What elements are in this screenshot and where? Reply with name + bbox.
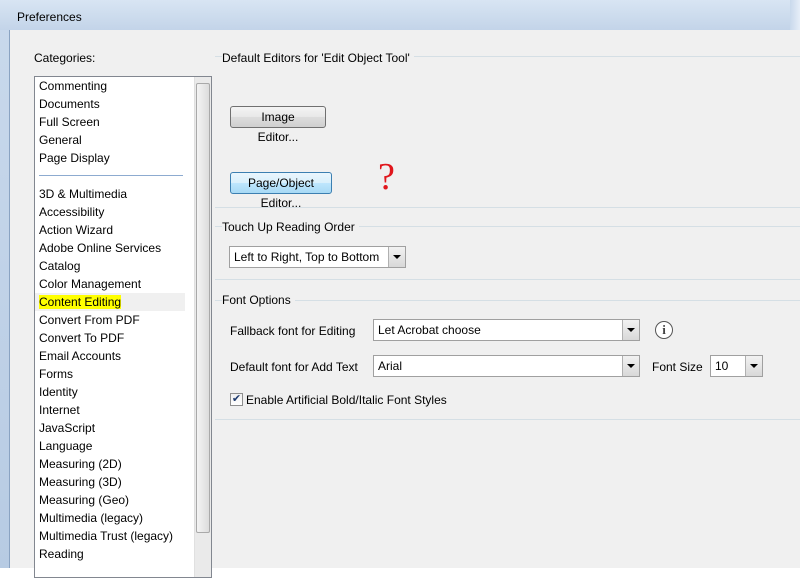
- image-editor-button[interactable]: Image Editor...: [230, 106, 326, 144]
- category-item-label: Internet: [39, 403, 80, 417]
- category-item-label: Accessibility: [39, 205, 105, 219]
- bold-italic-checkbox[interactable]: ✔: [230, 393, 243, 406]
- category-item-label: Measuring (Geo): [39, 493, 130, 507]
- categories-items: Commenting Documents Full Screen General Pag…: [35, 77, 185, 563]
- category-item-label: Convert To PDF: [39, 331, 125, 345]
- categories-scrollbar[interactable]: [194, 77, 211, 577]
- category-item-label: Email Accounts: [39, 349, 122, 363]
- category-item[interactable]: Content Editing: [35, 293, 185, 311]
- categories-label: Categories:: [34, 51, 96, 65]
- fallback-font-value: Let Acrobat choose: [378, 323, 481, 337]
- category-item[interactable]: Identity: [35, 383, 185, 401]
- category-item-label: General: [39, 133, 82, 147]
- question-mark-annotation: ?: [378, 156, 395, 198]
- chevron-down-icon[interactable]: [388, 247, 405, 267]
- category-item[interactable]: Documents: [35, 95, 185, 113]
- category-item-label: Color Management: [39, 277, 142, 291]
- category-item[interactable]: JavaScript: [35, 419, 185, 437]
- category-item-label: Page Display: [39, 151, 110, 165]
- category-item[interactable]: Convert To PDF: [35, 329, 185, 347]
- category-item[interactable]: Measuring (Geo): [35, 491, 185, 509]
- category-item[interactable]: Measuring (2D): [35, 455, 185, 473]
- category-item[interactable]: 3D & Multimedia: [35, 185, 185, 203]
- category-item-label: Adobe Online Services: [39, 241, 162, 255]
- default-font-select[interactable]: Arial: [373, 355, 640, 377]
- category-item[interactable]: Adobe Online Services: [35, 239, 185, 257]
- preferences-window: Preferences Categories: Commenting Docume…: [0, 0, 800, 578]
- categories-scroll-thumb[interactable]: [196, 83, 210, 533]
- category-item[interactable]: Reading: [35, 545, 185, 563]
- font-size-select[interactable]: 10: [710, 355, 763, 377]
- page-object-editor-button[interactable]: Page/Object Editor...: [230, 172, 332, 210]
- category-item-label: JavaScript: [39, 421, 96, 435]
- window-title: Preferences: [17, 10, 82, 24]
- font-size-value: 10: [715, 359, 729, 373]
- category-item[interactable]: Internet: [35, 401, 185, 419]
- reading-order-value: Left to Right, Top to Bottom: [234, 250, 380, 264]
- category-item[interactable]: Multimedia Trust (legacy): [35, 527, 185, 545]
- category-item[interactable]: Convert From PDF: [35, 311, 185, 329]
- category-item[interactable]: Commenting: [35, 77, 185, 95]
- font-options-title: Font Options: [222, 293, 295, 307]
- category-item[interactable]: Language: [35, 437, 185, 455]
- category-item[interactable]: Action Wizard: [35, 221, 185, 239]
- font-size-label: Font Size: [652, 360, 703, 374]
- category-item[interactable]: Full Screen: [35, 113, 185, 131]
- category-item-label: Documents: [39, 97, 100, 111]
- category-item-label: Full Screen: [39, 115, 100, 129]
- category-item-label: Reading: [39, 547, 84, 561]
- categories-list[interactable]: Commenting Documents Full Screen General Pag…: [34, 76, 212, 578]
- fallback-font-label: Fallback font for Editing: [230, 324, 356, 338]
- category-item-label: Multimedia (legacy): [39, 511, 144, 525]
- info-icon[interactable]: i: [655, 321, 673, 339]
- default-font-value: Arial: [378, 359, 403, 373]
- chevron-down-icon[interactable]: [622, 320, 639, 340]
- dialog-client-area: Categories: Commenting Documents Full Scre…: [9, 30, 800, 578]
- check-mark-icon: ✔: [231, 393, 242, 405]
- category-item-label: Action Wizard: [39, 223, 114, 237]
- category-separator: [35, 167, 185, 185]
- chevron-down-icon[interactable]: [745, 356, 762, 376]
- category-item[interactable]: Measuring (3D): [35, 473, 185, 491]
- category-item-label: Convert From PDF: [39, 313, 140, 327]
- category-item[interactable]: Color Management: [35, 275, 185, 293]
- category-item[interactable]: Multimedia (legacy): [35, 509, 185, 527]
- default-editors-title: Default Editors for 'Edit Object Tool': [222, 51, 414, 65]
- category-item-label: Catalog: [39, 259, 81, 273]
- title-bar-edge: [790, 0, 800, 30]
- category-item-label: 3D & Multimedia: [39, 187, 128, 201]
- title-bar[interactable]: Preferences: [0, 0, 800, 30]
- category-item-label: Multimedia Trust (legacy): [39, 529, 174, 543]
- category-item-label: Forms: [39, 367, 73, 381]
- chevron-down-icon[interactable]: [622, 356, 639, 376]
- category-item[interactable]: Email Accounts: [35, 347, 185, 365]
- category-item-label: Measuring (3D): [39, 475, 122, 489]
- category-item-label: Language: [39, 439, 93, 453]
- bold-italic-label[interactable]: Enable Artificial Bold/Italic Font Style…: [246, 393, 447, 407]
- fallback-font-select[interactable]: Let Acrobat choose: [373, 319, 640, 341]
- category-item-label: Commenting: [39, 79, 108, 93]
- category-item-label: Measuring (2D): [39, 457, 122, 471]
- category-item[interactable]: Catalog: [35, 257, 185, 275]
- category-item[interactable]: Accessibility: [35, 203, 185, 221]
- category-item[interactable]: Forms: [35, 365, 185, 383]
- default-font-label: Default font for Add Text: [230, 360, 358, 374]
- category-item-label: Identity: [39, 385, 78, 399]
- reading-order-title: Touch Up Reading Order: [222, 220, 359, 234]
- reading-order-select[interactable]: Left to Right, Top to Bottom: [229, 246, 406, 268]
- category-item[interactable]: Page Display: [35, 149, 185, 167]
- category-item[interactable]: General: [35, 131, 185, 149]
- category-item-label: Content Editing: [39, 295, 122, 309]
